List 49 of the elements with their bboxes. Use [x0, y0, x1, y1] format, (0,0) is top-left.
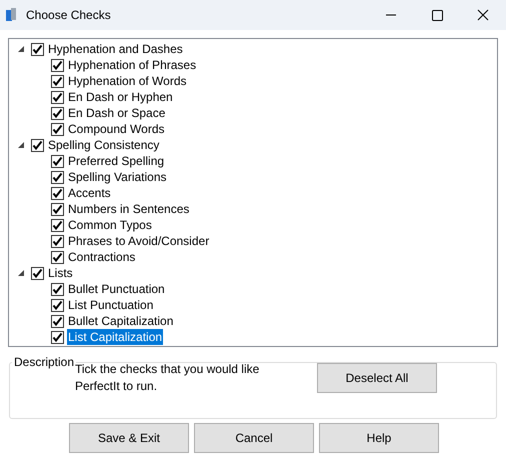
checkbox[interactable] [31, 266, 44, 280]
checkbox[interactable] [31, 42, 44, 56]
checkbox[interactable] [51, 314, 64, 328]
cancel-button[interactable]: Cancel [194, 423, 314, 453]
checkbox[interactable] [31, 138, 44, 152]
checkbox[interactable] [51, 234, 64, 248]
tree-item[interactable]: Contractions [67, 249, 136, 265]
tree-item[interactable]: Bullet Capitalization [67, 313, 174, 329]
group-title: Description [13, 354, 75, 371]
checkbox[interactable] [51, 282, 64, 296]
tree-item[interactable]: List Punctuation [67, 297, 154, 313]
help-button[interactable]: Help [319, 423, 439, 453]
tree-item[interactable]: Lists [47, 265, 74, 281]
checkbox[interactable] [51, 250, 64, 264]
checkbox[interactable] [51, 106, 64, 120]
checkbox[interactable] [51, 170, 64, 184]
checkbox[interactable] [51, 218, 64, 232]
tree-item[interactable]: Hyphenation of Words [67, 73, 188, 89]
tree-item[interactable]: Hyphenation and Dashes [47, 41, 184, 57]
tree-item[interactable]: Preferred Spelling [67, 153, 166, 169]
tree-item[interactable]: Accents [67, 185, 112, 201]
tree-item[interactable]: En Dash or Hyphen [67, 89, 174, 105]
tree-item[interactable]: List Capitalization [67, 329, 164, 345]
collapse-icon[interactable] [17, 45, 25, 53]
window-title: Choose Checks [26, 7, 111, 24]
collapse-icon[interactable] [17, 141, 25, 149]
checkbox[interactable] [51, 298, 64, 312]
tree-item[interactable]: En Dash or Space [67, 105, 166, 121]
checkbox[interactable] [51, 90, 64, 104]
tree-item[interactable]: Spelling Variations [67, 169, 168, 185]
tree-item[interactable]: Common Typos [67, 217, 153, 233]
checkbox[interactable] [51, 122, 64, 136]
app-icon [6, 8, 16, 22]
checkbox[interactable] [51, 330, 64, 344]
checkbox[interactable] [51, 74, 64, 88]
tree-item[interactable]: Bullet Punctuation [67, 281, 166, 297]
checkbox[interactable] [51, 154, 64, 168]
collapse-icon[interactable] [17, 269, 25, 277]
description-text: Tick the checks that you would like PerfectIt to run. [75, 361, 260, 395]
checkbox[interactable] [51, 202, 64, 216]
deselect-all-button[interactable]: Deselect All [317, 363, 437, 393]
tree-item[interactable]: Phrases to Avoid/Consider [67, 233, 210, 249]
checkbox[interactable] [51, 58, 64, 72]
tree-item[interactable]: Spelling Consistency [47, 137, 160, 153]
tree-item[interactable]: Compound Words [67, 121, 166, 137]
tree-item[interactable]: Numbers in Sentences [67, 201, 190, 217]
checkbox[interactable] [51, 186, 64, 200]
tree-item[interactable]: Hyphenation of Phrases [67, 57, 198, 73]
save-exit-button[interactable]: Save & Exit [69, 423, 189, 453]
